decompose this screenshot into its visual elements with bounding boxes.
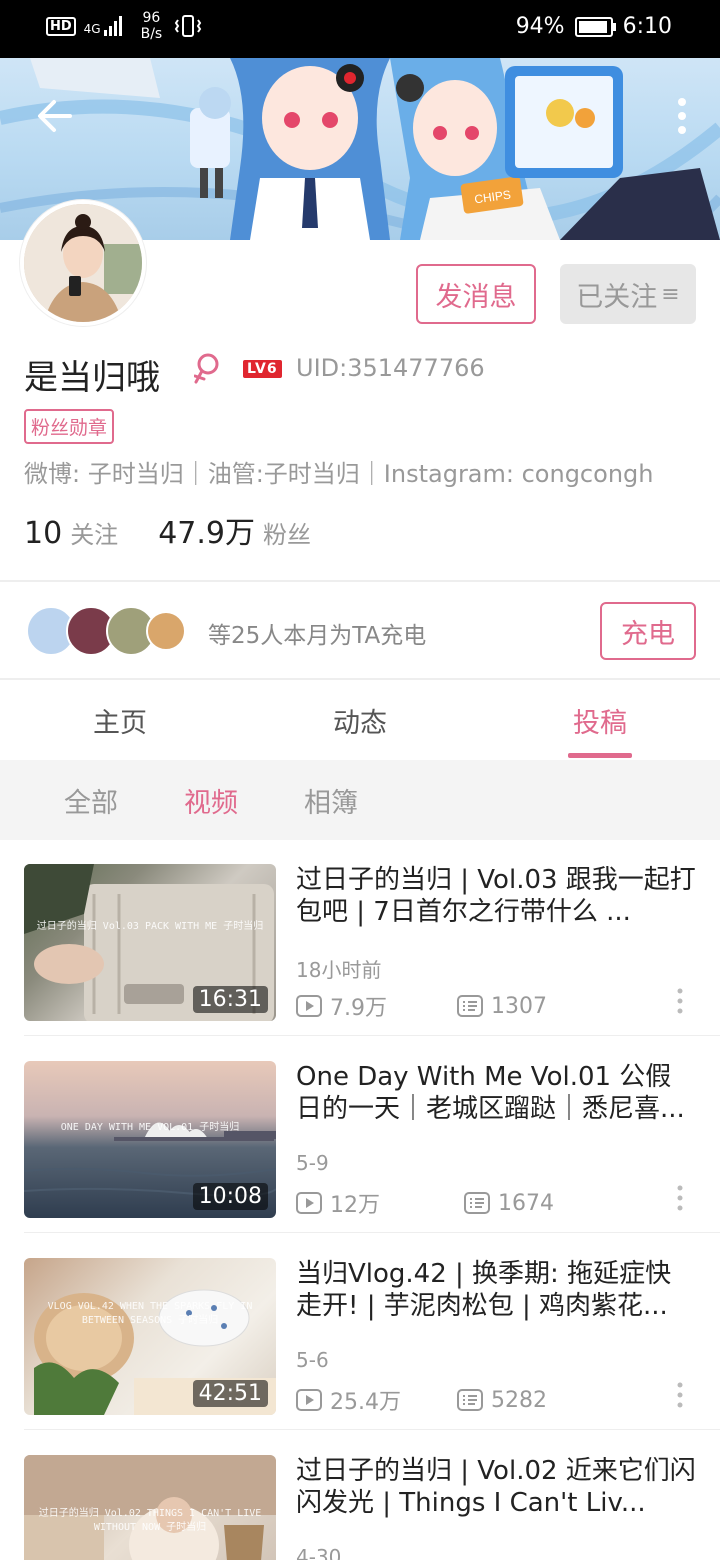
followed-button[interactable]: 已关注 ≡ xyxy=(560,264,696,324)
danmaku-count: 1307 xyxy=(491,993,547,1019)
fan-medal-badge[interactable]: 粉丝勋章 xyxy=(24,409,115,444)
video-date: 5-9 xyxy=(296,1151,329,1175)
video-thumbnail[interactable]: 过日子的当归 Vol.02 THINGS I CAN'T LIVE WITHOU… xyxy=(24,1455,276,1560)
menu-lines-icon: ≡ xyxy=(661,281,680,307)
video-duration: 42:51 xyxy=(192,1380,268,1407)
arrow-left-icon xyxy=(38,100,72,132)
vibrate-icon xyxy=(175,15,202,37)
divider xyxy=(24,1429,720,1430)
followers-count[interactable]: 47.9万 xyxy=(158,508,255,552)
followers-label[interactable]: 粉丝 xyxy=(263,515,311,550)
video-item[interactable]: 过日子的当归 Vol.03 PACK WITH ME 子时当归 16:31 过日… xyxy=(0,840,720,1036)
thumbnail-caption: 过日子的当归 Vol.02 THINGS I CAN'T LIVE WITHOU… xyxy=(38,1508,262,1533)
video-date: 18小时前 xyxy=(296,958,382,982)
upload-subtabs: 全部 视频 相簿 xyxy=(0,760,720,840)
profile-tabs: 主页 动态 投稿 xyxy=(0,680,720,760)
video-item[interactable]: ONE DAY WITH ME VOL.01 子时当归 10:08 One Da… xyxy=(0,1037,720,1233)
subtab-video[interactable]: 视频 xyxy=(184,760,238,840)
charger-avatars[interactable] xyxy=(26,606,216,656)
thumbnail-caption: VLOG VOL.42 WHEN THE SPARKS FLY IN BETWE… xyxy=(47,1301,253,1326)
play-count: 25.4万 xyxy=(330,1390,401,1415)
charger-avatar xyxy=(146,611,186,651)
video-duration: 10:08 xyxy=(192,1183,268,1210)
tab-home[interactable]: 主页 xyxy=(0,680,240,760)
divider xyxy=(24,1232,720,1233)
video-item[interactable]: VLOG VOL.42 WHEN THE SPARKS FLY IN BETWE… xyxy=(0,1234,720,1430)
video-title[interactable]: 当归Vlog.42 | 换季期: 拖延症快走开! | 芋泥肉松包 | 鸡肉紫花.… xyxy=(296,1258,696,1322)
charge-text: 等25人本月为TA充电 xyxy=(208,623,427,649)
send-message-button[interactable]: 发消息 xyxy=(416,264,536,324)
divider xyxy=(24,1035,720,1036)
following-label[interactable]: 关注 xyxy=(70,515,118,550)
user-uid: UID:351477766 xyxy=(296,354,485,382)
video-title[interactable]: 过日子的当归 | Vol.02 近来它们闪闪发光 | Things I Can'… xyxy=(296,1455,696,1519)
more-vertical-icon[interactable] xyxy=(676,1185,684,1211)
more-vertical-icon[interactable] xyxy=(676,1382,684,1408)
follow-stats: 10 关注 47.9万 粉丝 xyxy=(24,508,311,552)
back-button[interactable] xyxy=(34,94,78,138)
play-count: 12万 xyxy=(330,1193,380,1218)
tab-dynamics[interactable]: 动态 xyxy=(240,680,480,760)
level-badge: LV6 xyxy=(243,360,282,378)
video-stats: 25.4万 5282 xyxy=(296,1384,547,1416)
battery-icon xyxy=(574,16,616,37)
female-icon xyxy=(194,353,219,384)
video-title[interactable]: 过日子的当归 | Vol.03 跟我一起打包吧 | 7日首尔之行带什么 ... xyxy=(296,864,696,928)
signal-icon: 4G xyxy=(84,15,125,37)
subtab-album[interactable]: 相簿 xyxy=(304,760,358,840)
play-icon xyxy=(296,1389,322,1411)
tab-uploads[interactable]: 投稿 xyxy=(480,680,720,760)
danmaku-count: 5282 xyxy=(491,1387,547,1413)
thumbnail-caption: ONE DAY WITH ME VOL.01 子时当归 xyxy=(60,1122,240,1133)
avatar-photo xyxy=(24,204,142,322)
avatar[interactable] xyxy=(20,200,146,326)
play-icon xyxy=(296,995,322,1017)
divider xyxy=(0,580,720,582)
video-title[interactable]: One Day With Me Vol.01 公假日的一天｜老城区蹓跶｜悉尼喜.… xyxy=(296,1061,696,1125)
status-bar: HD 4G 96 B/s 94% 6:10 xyxy=(0,0,720,58)
following-count[interactable]: 10 xyxy=(24,516,62,551)
battery-percent: 94% xyxy=(515,14,565,39)
network-type: 4G xyxy=(83,22,101,36)
video-thumbnail[interactable]: VLOG VOL.42 WHEN THE SPARKS FLY IN BETWE… xyxy=(24,1258,276,1415)
charge-button[interactable]: 充电 xyxy=(600,602,696,660)
subtab-all[interactable]: 全部 xyxy=(64,760,118,840)
video-date: 5-6 xyxy=(296,1348,329,1372)
followed-label: 已关注 xyxy=(576,281,658,313)
danmaku-icon xyxy=(457,995,483,1017)
danmaku-icon xyxy=(457,1389,483,1411)
danmaku-count: 1674 xyxy=(498,1190,554,1216)
video-date: 4-30 xyxy=(296,1545,342,1560)
video-stats: 7.9万 1307 xyxy=(296,990,547,1022)
user-bio: 微博: 子时当归｜油管:子时当归｜Instagram: congcongh xyxy=(24,460,654,488)
more-button[interactable] xyxy=(672,94,692,138)
tab-active-indicator xyxy=(568,753,632,758)
user-name: 是当归哦 xyxy=(24,358,160,398)
play-icon xyxy=(296,1192,322,1214)
more-vertical-icon[interactable] xyxy=(676,988,684,1014)
video-item[interactable]: 过日子的当归 Vol.02 THINGS I CAN'T LIVE WITHOU… xyxy=(0,1431,720,1560)
more-vertical-icon xyxy=(678,98,686,134)
video-stats: 12万 1674 xyxy=(296,1187,554,1219)
network-speed: 96 B/s xyxy=(140,10,163,42)
play-count: 7.9万 xyxy=(330,996,387,1021)
danmaku-icon xyxy=(464,1192,490,1214)
thumbnail-caption: 过日子的当归 Vol.03 PACK WITH ME 子时当归 xyxy=(36,921,264,932)
video-duration: 16:31 xyxy=(192,986,268,1013)
video-thumbnail[interactable]: 过日子的当归 Vol.03 PACK WITH ME 子时当归 16:31 xyxy=(24,864,276,1021)
hd-indicator: HD xyxy=(46,16,76,36)
video-thumbnail[interactable]: ONE DAY WITH ME VOL.01 子时当归 10:08 xyxy=(24,1061,276,1218)
clock: 6:10 xyxy=(622,14,672,39)
